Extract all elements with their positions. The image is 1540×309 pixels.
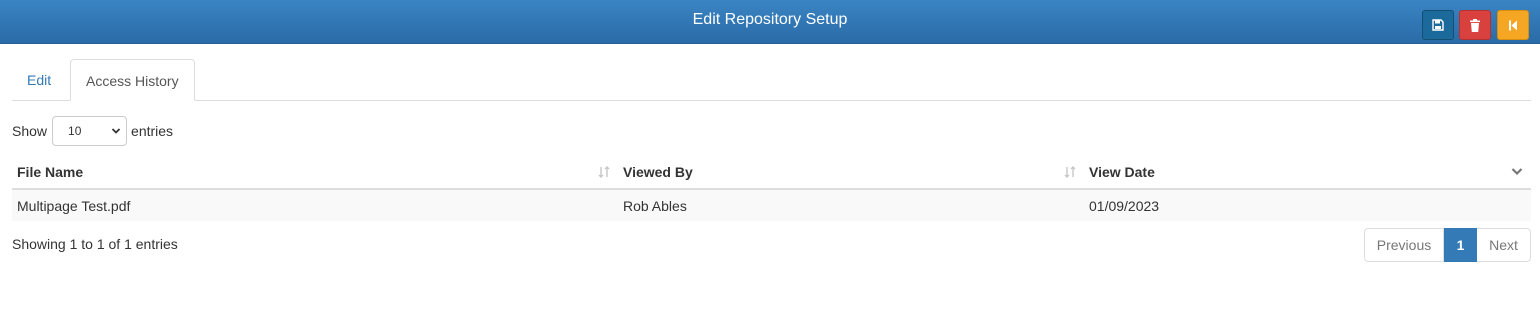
- page-1-button[interactable]: 1: [1444, 228, 1477, 262]
- entries-select[interactable]: 10: [52, 116, 128, 146]
- back-button[interactable]: [1497, 10, 1529, 40]
- sort-icon: [598, 166, 610, 178]
- table-info: Showing 1 to 1 of 1 entries: [12, 236, 178, 252]
- table-header-row: File Name Viewed By View Date: [12, 155, 1531, 190]
- chevron-down-icon: [111, 128, 121, 134]
- table-row[interactable]: Multipage Test.pdf Rob Ables 01/09/2023: [12, 189, 1531, 221]
- sort-icon: [1064, 166, 1076, 178]
- entries-length-control: Show 10 entries: [12, 116, 173, 146]
- tab-bar: Edit Access History: [12, 59, 1531, 101]
- page-title: Edit Repository Setup: [692, 11, 848, 28]
- column-header-label: View Date: [1089, 163, 1155, 180]
- sort-desc-icon: [1511, 168, 1523, 176]
- entries-select-value: 10: [68, 124, 82, 138]
- cell-viewed-by: Rob Ables: [618, 189, 1084, 221]
- header-bar: Edit Repository Setup: [0, 0, 1540, 44]
- back-to-start-icon: [1509, 20, 1517, 30]
- cell-view-date: 01/09/2023: [1084, 189, 1531, 221]
- save-icon: [1432, 19, 1444, 31]
- access-history-table: File Name Viewed By View Date Multipage …: [12, 155, 1531, 221]
- column-header-file-name[interactable]: File Name: [12, 155, 618, 190]
- delete-button[interactable]: [1459, 10, 1491, 40]
- next-page-button[interactable]: Next: [1477, 228, 1531, 262]
- column-header-label: Viewed By: [623, 163, 693, 180]
- column-header-viewed-by[interactable]: Viewed By: [618, 155, 1084, 190]
- tab-edit[interactable]: Edit: [12, 59, 66, 101]
- show-label: Show: [12, 123, 48, 139]
- cell-file-name: Multipage Test.pdf: [12, 189, 618, 221]
- entries-label: entries: [131, 123, 174, 139]
- tab-access-history[interactable]: Access History: [70, 59, 195, 101]
- trash-icon: [1470, 18, 1480, 32]
- save-button[interactable]: [1422, 10, 1454, 40]
- column-header-label: File Name: [17, 163, 84, 180]
- column-header-view-date[interactable]: View Date: [1084, 155, 1531, 190]
- pagination: Previous 1 Next: [1364, 228, 1531, 262]
- previous-page-button[interactable]: Previous: [1364, 228, 1444, 262]
